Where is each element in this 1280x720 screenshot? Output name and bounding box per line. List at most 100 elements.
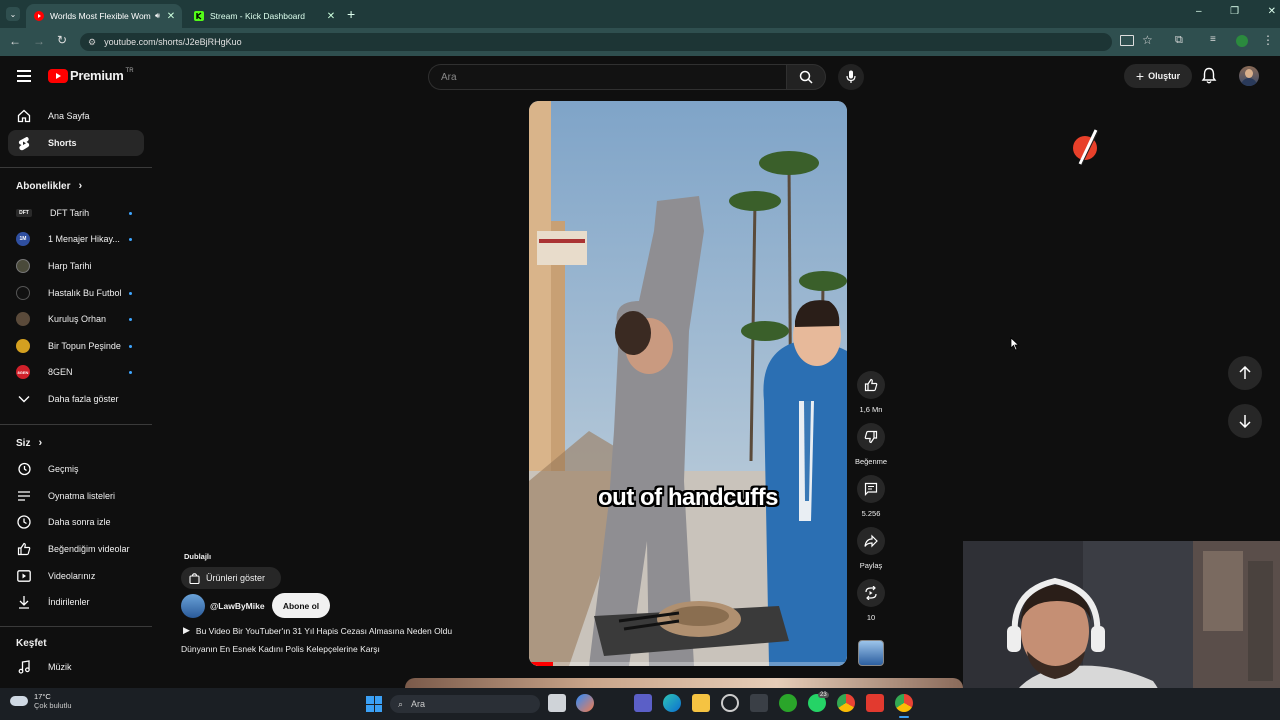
cloud-icon — [10, 696, 28, 706]
sound-source-thumbnail[interactable] — [858, 640, 884, 666]
site-info-icon[interactable]: ⚙ — [88, 37, 96, 48]
kick-favicon-icon — [194, 11, 204, 21]
sidebar-item-label: Shorts — [48, 138, 77, 148]
file-explorer-icon[interactable] — [692, 694, 710, 712]
chevron-right-icon: › — [78, 180, 83, 192]
search-button[interactable] — [786, 64, 826, 90]
youtube-logo[interactable]: Premium TR — [48, 68, 134, 83]
youtube-favicon-icon — [34, 11, 44, 21]
browser-tab[interactable]: Stream - Kick Dashboard ✕ — [186, 4, 342, 28]
sidebar-item-home[interactable]: Ana Sayfa — [8, 103, 144, 129]
close-tab-icon[interactable]: ✕ — [164, 11, 178, 22]
edge-icon[interactable] — [663, 694, 681, 712]
sidebar-item-downloads[interactable]: İndirilenler — [8, 589, 144, 615]
share-icon — [864, 534, 878, 548]
dislike-button[interactable] — [857, 423, 885, 451]
chrome-icon[interactable] — [837, 694, 855, 712]
copilot-icon[interactable] — [576, 694, 594, 712]
channel-avatar: 8GEN — [16, 365, 30, 379]
sidebar-subscription-item[interactable]: 1M 1 Menajer Hikay... — [8, 226, 144, 252]
previous-video-button[interactable] — [1228, 356, 1262, 390]
show-products-button[interactable]: Ürünleri göster — [181, 567, 281, 589]
chrome-active-icon[interactable] — [895, 694, 913, 712]
sidebar-subscription-item[interactable]: Hastalık Bu Futbol — [8, 280, 144, 306]
restore-icon[interactable]: ❐ — [1230, 6, 1239, 17]
next-video-preview[interactable] — [405, 678, 963, 688]
sidebar-item-history[interactable]: Geçmiş — [8, 456, 144, 482]
sidebar-divider — [0, 167, 152, 168]
new-content-dot — [129, 371, 132, 374]
create-button[interactable]: + Oluştur — [1124, 64, 1192, 88]
channel-handle[interactable]: @LawByMike — [210, 601, 265, 611]
sidebar-item-your-videos[interactable]: Videolarınız — [8, 563, 144, 589]
app-icon[interactable] — [721, 694, 739, 712]
reload-icon[interactable]: ↻ — [57, 33, 67, 47]
address-bar[interactable]: ⚙ youtube.com/shorts/J2eBjRHgKuo — [80, 33, 1112, 51]
account-avatar[interactable] — [1239, 66, 1259, 86]
windows-logo-pane — [374, 696, 382, 704]
sidebar-item-shorts[interactable]: Shorts — [8, 130, 144, 156]
close-window-icon[interactable]: ✕ — [1268, 6, 1276, 17]
share-button[interactable] — [857, 527, 885, 555]
tab-search-icon[interactable]: ≡ — [1210, 34, 1216, 45]
sidebar-item-music[interactable]: Müzik — [8, 654, 144, 680]
hamburger-menu-icon[interactable] — [17, 70, 31, 82]
plus-icon: + — [1135, 68, 1145, 84]
profile-avatar-icon[interactable] — [1236, 35, 1248, 47]
taskbar-search[interactable]: ⌕ Ara — [390, 695, 540, 713]
extensions-icon[interactable]: ⧉ — [1175, 34, 1183, 47]
subscribe-button[interactable]: Abone ol — [272, 593, 330, 618]
search-input[interactable]: Ara — [428, 64, 786, 90]
sidebar-item-playlists[interactable]: Oynatma listeleri — [8, 483, 144, 509]
shorts-icon — [16, 135, 32, 151]
section-title: Abonelikler — [16, 180, 71, 192]
back-icon[interactable]: ← — [9, 34, 21, 48]
like-button[interactable] — [857, 371, 885, 399]
task-view-icon[interactable] — [548, 694, 566, 712]
office-icon[interactable] — [866, 694, 884, 712]
calculator-icon[interactable] — [750, 694, 768, 712]
show-more-button[interactable]: Daha fazla göster — [8, 386, 144, 412]
browser-tab-active[interactable]: Worlds Most Flexible Wom 🔊︎ ✕ — [26, 4, 182, 28]
xbox-icon[interactable] — [779, 694, 797, 712]
shorts-video-player[interactable] — [529, 101, 847, 666]
notifications-button[interactable] — [1201, 67, 1217, 85]
voice-search-button[interactable] — [838, 64, 864, 90]
video-icon — [16, 568, 32, 584]
sidebar-item-label: Müzik — [48, 662, 72, 672]
video-title-line-2[interactable]: Dünyanın En Esnek Kadını Polis Kelepçele… — [181, 644, 380, 654]
dubbed-label: Dublajlı — [184, 552, 212, 561]
weather-widget[interactable]: 17°C Çok bulutlu — [10, 692, 72, 710]
you-header[interactable]: Siz › — [16, 437, 42, 449]
sidebar-item-label: Oynatma listeleri — [48, 491, 116, 501]
sidebar-subscription-item[interactable]: DFT DFT Tarih — [8, 200, 144, 226]
channel-avatar[interactable] — [181, 594, 205, 618]
sidebar-item-label: İndirilenler — [48, 597, 90, 607]
remix-button[interactable] — [857, 579, 885, 607]
sidebar-subscription-item[interactable]: Bir Topun Peşinde — [8, 333, 144, 359]
sidebar-subscription-item[interactable]: 8GEN 8GEN — [8, 359, 144, 385]
start-button[interactable] — [366, 696, 382, 712]
taskbar-search-label: Ara — [411, 699, 426, 709]
browser-menu-icon[interactable]: ⋮ — [1262, 33, 1274, 47]
sidebar-subscription-item[interactable]: Kuruluş Orhan — [8, 306, 144, 332]
minimize-icon[interactable]: – — [1196, 6, 1202, 17]
new-tab-button[interactable]: + — [347, 6, 355, 22]
forward-icon[interactable]: → — [33, 34, 45, 48]
subscriptions-header[interactable]: Abonelikler › — [16, 180, 82, 192]
sidebar-subscription-item[interactable]: Harp Tarihi — [8, 253, 144, 279]
video-title-line-1[interactable]: ▶ Bu Video Bir YouTuber'ın 31 Yıl Hapis … — [181, 625, 452, 636]
close-tab-icon[interactable]: ✕ — [324, 11, 338, 22]
sidebar-item-watch-later[interactable]: Daha sonra izle — [8, 509, 144, 535]
next-video-button[interactable] — [1228, 404, 1262, 438]
windows-logo-icon — [366, 696, 374, 704]
comments-button[interactable] — [857, 475, 885, 503]
cast-icon[interactable] — [1120, 35, 1134, 46]
chevron-down-icon: ⌄ — [9, 9, 17, 19]
sidebar-item-liked-videos[interactable]: Beğendiğim videolar — [8, 536, 144, 562]
logo-country-code: TR — [125, 67, 134, 74]
bell-icon — [1201, 67, 1217, 84]
tab-list-button[interactable]: ⌄ — [6, 7, 20, 21]
teams-icon[interactable] — [634, 694, 652, 712]
bookmark-star-icon[interactable]: ☆ — [1142, 33, 1153, 47]
